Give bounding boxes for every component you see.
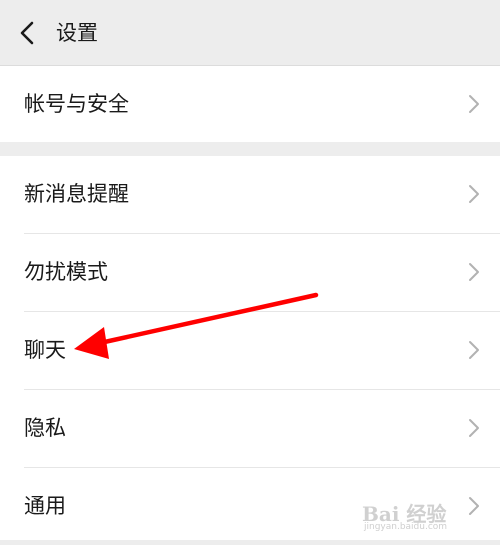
settings-item-label: 通用	[24, 494, 66, 518]
chevron-right-icon	[468, 184, 480, 204]
chevron-right-icon	[468, 262, 480, 282]
settings-item-label: 勿扰模式	[24, 260, 108, 284]
page-title: 设置	[56, 21, 98, 45]
watermark: Bai 经验 jingyan.baidu.com	[362, 496, 492, 536]
settings-group-account: 帐号与安全	[0, 66, 500, 142]
chevron-right-icon	[468, 418, 480, 438]
chevron-right-icon	[468, 94, 480, 114]
settings-item-label: 聊天	[24, 338, 66, 362]
settings-group-general: 新消息提醒 勿扰模式 聊天 隐私 通用	[0, 156, 500, 540]
chevron-right-icon	[468, 340, 480, 360]
watermark-url: jingyan.baidu.com	[364, 522, 448, 532]
settings-item-chat[interactable]: 聊天	[0, 312, 500, 389]
settings-item-do-not-disturb[interactable]: 勿扰模式	[0, 234, 500, 311]
top-bar: 设置	[0, 0, 500, 66]
settings-item-label: 帐号与安全	[24, 92, 129, 116]
settings-item-label: 隐私	[24, 416, 66, 440]
settings-item-label: 新消息提醒	[24, 182, 129, 206]
settings-item-account-security[interactable]: 帐号与安全	[0, 66, 500, 143]
settings-item-privacy[interactable]: 隐私	[0, 390, 500, 467]
back-button[interactable]	[14, 18, 42, 48]
settings-item-notifications[interactable]: 新消息提醒	[0, 156, 500, 233]
chevron-left-icon	[14, 18, 42, 48]
